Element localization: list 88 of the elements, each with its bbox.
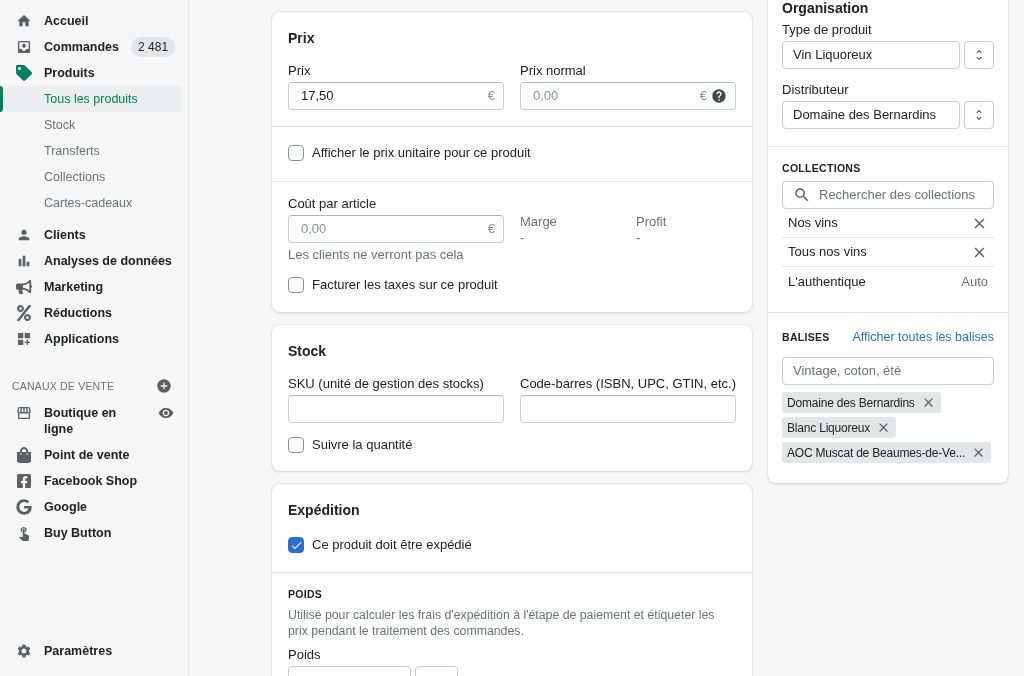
field-label: Code-barres (ISBN, UPC, GTIN, etc.) bbox=[520, 376, 736, 392]
nav-item[interactable]: Analyses de données bbox=[4, 248, 182, 274]
settings-item[interactable]: Paramètres bbox=[4, 638, 182, 664]
field-label: Type de produit bbox=[782, 22, 873, 38]
bag-icon bbox=[16, 447, 32, 463]
nav-subitem[interactable]: Cartes-cadeaux bbox=[4, 190, 182, 216]
checkbox[interactable] bbox=[288, 537, 304, 553]
show-all-tags-link[interactable]: Afficher toutes les balises bbox=[852, 329, 994, 345]
collection-name: Nos vins bbox=[788, 215, 838, 231]
section-heading: COLLECTIONS bbox=[782, 161, 862, 175]
currency-suffix: € bbox=[699, 88, 707, 104]
tag-icon bbox=[16, 65, 32, 81]
gear-icon bbox=[16, 643, 32, 659]
nav-subitem[interactable]: Transferts bbox=[4, 138, 182, 164]
help-icon[interactable] bbox=[711, 88, 727, 104]
store-icon bbox=[16, 405, 32, 421]
sku-field[interactable] bbox=[288, 395, 504, 423]
field-label: SKU (unité de gestion des stocks) bbox=[288, 376, 485, 392]
nav-item[interactable]: Produits bbox=[4, 60, 182, 86]
checkbox[interactable] bbox=[288, 437, 304, 453]
channel-item[interactable]: Boutique en ligne bbox=[4, 400, 182, 442]
inbox-icon bbox=[16, 39, 32, 55]
tag-chip: Blanc Liquoreux bbox=[782, 417, 897, 438]
nav-subitem[interactable]: Collections bbox=[4, 164, 182, 190]
percent-icon bbox=[16, 305, 32, 321]
tags-field[interactable]: Vintage, coton, été bbox=[782, 357, 994, 385]
count-badge: 2 481 bbox=[131, 37, 176, 57]
field-label: Prix normal bbox=[520, 63, 587, 79]
checkbox-label: Ce produit doit être expédié bbox=[312, 537, 472, 553]
checkbox-label: Suivre la quantité bbox=[312, 437, 413, 453]
collection-name: Tous nos vins bbox=[788, 244, 867, 260]
stat-label: Marge bbox=[520, 214, 558, 230]
field-label: Distributeur bbox=[782, 82, 850, 98]
card-title: Organisation bbox=[782, 0, 870, 16]
grid-plus-icon bbox=[16, 331, 32, 347]
checkbox-label: Facturer les taxes sur ce produit bbox=[312, 277, 498, 293]
channel-item[interactable]: Buy Button bbox=[4, 520, 182, 546]
field-label: Coût par article bbox=[288, 196, 378, 212]
tag-chip: Domaine des Bernardins bbox=[782, 392, 941, 413]
barcode-field[interactable] bbox=[520, 395, 736, 423]
facebook-icon bbox=[16, 473, 32, 489]
input-placeholder: 0,00 bbox=[533, 88, 560, 104]
eye-icon[interactable] bbox=[158, 405, 174, 421]
auto-label: Auto bbox=[961, 273, 988, 290]
price-field[interactable]: 17,50 € bbox=[288, 82, 504, 110]
nav-item[interactable]: Clients bbox=[4, 222, 182, 248]
field-label: Poids bbox=[288, 647, 322, 663]
megaphone-icon bbox=[16, 279, 32, 295]
bar-chart-icon bbox=[16, 253, 32, 269]
checkbox-label: Afficher le prix unitaire pour ce produit bbox=[312, 145, 531, 161]
help-text: Les clients ne verront pas cela bbox=[288, 247, 465, 263]
nav-item[interactable]: Commandes 2 481 bbox=[4, 34, 182, 60]
tag-chip: AOC Muscat de Beaumes-de-Ve... bbox=[782, 442, 992, 463]
hand-pointer-icon bbox=[16, 525, 32, 541]
card-title: Stock bbox=[288, 343, 328, 359]
channel-item[interactable]: Google bbox=[4, 494, 182, 520]
checkbox[interactable] bbox=[288, 277, 304, 293]
card-title: Prix bbox=[288, 30, 316, 46]
card-title: Expédition bbox=[288, 502, 361, 518]
g-letter-icon bbox=[16, 499, 32, 515]
vendor-field[interactable]: Domaine des Bernardins bbox=[782, 101, 960, 129]
stat-value: - bbox=[520, 230, 526, 246]
nav-item[interactable]: Accueil bbox=[4, 8, 182, 34]
collection-name: L'authentique bbox=[788, 273, 866, 290]
nav-item[interactable]: Marketing bbox=[4, 274, 182, 300]
section-heading: POIDS bbox=[288, 587, 324, 601]
currency-suffix: € bbox=[487, 221, 495, 237]
nav-item[interactable]: Applications bbox=[4, 326, 182, 352]
section-heading: BALISES bbox=[782, 330, 830, 344]
currency-suffix: € bbox=[487, 88, 495, 104]
home-icon bbox=[16, 13, 32, 29]
nav-item[interactable]: Réductions bbox=[4, 300, 182, 326]
channel-item[interactable]: Point de vente bbox=[4, 442, 182, 468]
product-type-field[interactable]: Vin Liquoreux bbox=[782, 41, 960, 69]
channel-item[interactable]: Facebook Shop bbox=[4, 468, 182, 494]
person-icon bbox=[16, 227, 32, 243]
stat-value: - bbox=[636, 230, 642, 246]
field-label: Prix bbox=[288, 63, 312, 79]
stat-label: Profit bbox=[636, 214, 668, 230]
nav-subitem[interactable]: Stock bbox=[4, 112, 182, 138]
checkbox[interactable] bbox=[288, 145, 304, 161]
input-value: 17,50 bbox=[301, 88, 335, 104]
section-heading: CANAUX DE VENTE bbox=[12, 379, 115, 394]
add-icon[interactable] bbox=[156, 378, 172, 394]
help-text: Utilisé pour calculer les frais d'expédition à l'étape de paiement et étiqueter les prix pendant le traitement des commandes. bbox=[288, 607, 716, 639]
search-field[interactable]: Rechercher des collections bbox=[782, 181, 994, 209]
search-icon bbox=[793, 186, 811, 204]
input-placeholder: 0,00 bbox=[301, 221, 328, 237]
